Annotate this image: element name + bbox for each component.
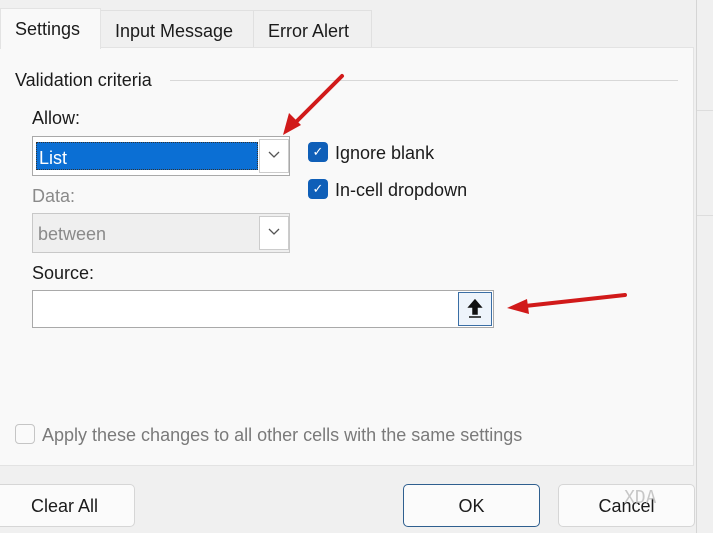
tab-settings[interactable]: Settings	[0, 8, 101, 49]
annotation-arrows	[283, 74, 627, 314]
arrow-to-allow	[283, 74, 344, 135]
arrow-to-source-button	[507, 293, 627, 314]
